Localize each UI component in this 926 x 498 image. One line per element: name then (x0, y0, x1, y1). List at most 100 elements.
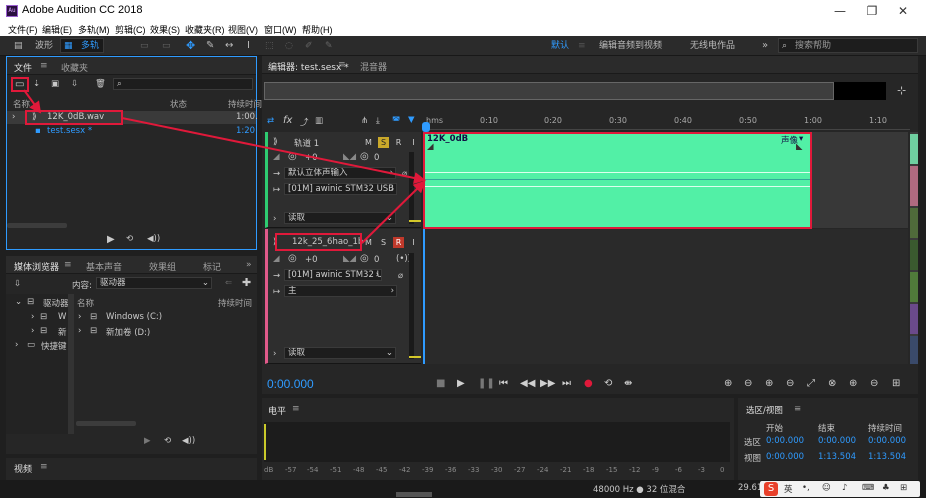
tab-video[interactable]: 视频 (14, 462, 32, 475)
media-play-icon[interactable]: ▶ (144, 436, 151, 446)
spot-heal-tool-icon[interactable]: ✎ (325, 39, 333, 53)
track-2-solo-button[interactable]: S (378, 237, 389, 248)
snap-icon[interactable]: ⋔ (361, 116, 368, 126)
view-end[interactable]: 1:13.504 (818, 452, 856, 462)
track-1-output-dropdown[interactable]: [01M] awinic STM32 USB AL › (284, 183, 397, 195)
media-autoplay-icon[interactable]: ◀)) (182, 436, 195, 446)
view-start[interactable]: 0:00.000 (766, 452, 804, 462)
files-tab-menu-icon[interactable]: ≡ (40, 61, 48, 71)
tab-mixer[interactable]: 混音器 (360, 60, 387, 73)
zoom-selection-icon[interactable]: ⊗ (828, 378, 836, 389)
import-file-icon[interactable]: ⇣ (33, 79, 40, 89)
menu-multitrack[interactable]: 多轨(M) (78, 23, 110, 36)
tab-editor[interactable]: 编辑器: test.sesx * (268, 60, 349, 73)
marker-icon[interactable]: ▼ (408, 115, 415, 125)
go-to-start-icon[interactable]: ⏮ (499, 378, 508, 389)
marquee-tool-icon[interactable]: ⬚ (265, 39, 274, 53)
status-scrollbar[interactable] (396, 492, 432, 497)
rewind-icon[interactable]: ◀◀ (520, 378, 535, 389)
tab-effects-rack[interactable]: 效果组 (149, 260, 176, 273)
pause-icon[interactable]: ❚❚ (478, 378, 495, 389)
menu-view[interactable]: 视图(V) (228, 23, 258, 36)
search-help-field[interactable]: ⌕ 搜索帮助 (778, 38, 918, 53)
tree-expand-icon[interactable]: › (31, 326, 34, 336)
waveform-button[interactable]: 波形 (35, 39, 53, 53)
playhead-handle[interactable] (422, 122, 430, 132)
editor-tab-menu-icon[interactable]: ≡ (338, 60, 346, 70)
tab-essential-sound[interactable]: 基本声音 (86, 260, 122, 273)
ime-language[interactable]: 英 (784, 483, 793, 495)
menu-edit[interactable]: 编辑(E) (42, 23, 72, 36)
automation-expand-icon[interactable]: › (273, 214, 276, 224)
tree-expand-icon[interactable]: › (15, 340, 18, 350)
track-2-volume[interactable]: +0 (305, 255, 318, 265)
drive-d[interactable]: 新加卷 (D:) (106, 326, 150, 338)
drive-c[interactable]: Windows (C:) (106, 312, 162, 322)
overview-scrollbar[interactable] (264, 82, 834, 100)
lasso-tool-icon[interactable]: ◌ (285, 39, 293, 53)
selection-end[interactable]: 0:00.000 (818, 436, 856, 446)
ime-skin-icon[interactable]: ♣ (882, 483, 890, 493)
track-1-record-button[interactable]: R (393, 137, 404, 148)
current-time[interactable]: 0:00.000 (267, 377, 314, 391)
more-tabs-button[interactable]: » (246, 260, 252, 270)
record-icon[interactable]: ● (584, 378, 593, 389)
file-row-session[interactable]: ▪ test.sesx * 1:20. (7, 125, 258, 138)
track-2-automation-dropdown[interactable]: 读取 ⌄ (284, 347, 396, 359)
loop-playback-icon[interactable]: ⟲ (604, 378, 612, 389)
view-duration[interactable]: 1:13.504 (868, 452, 906, 462)
track-2-output-dropdown[interactable]: [01M] awinic STM32 US › (284, 269, 382, 281)
zoom-track-icon[interactable]: ⊞ (892, 378, 900, 389)
ime-keyboard-icon[interactable]: ⌨ (862, 483, 874, 493)
menu-clip[interactable]: 剪辑(C) (115, 23, 146, 36)
effects-fx-icon[interactable]: fx (283, 115, 292, 126)
expand-chevron-icon[interactable]: › (12, 112, 15, 122)
stop-icon[interactable]: ■ (436, 378, 445, 389)
tree-expand-icon[interactable]: › (78, 312, 81, 322)
tree-expand-icon[interactable]: ⌄ (15, 297, 22, 307)
track-1-pan[interactable]: 0 (374, 153, 379, 163)
column-name[interactable]: 名称 (77, 297, 94, 309)
tree-drives[interactable]: 驱动器 (43, 297, 69, 309)
column-name[interactable]: 名称 (13, 98, 30, 110)
menu-favorites[interactable]: 收藏夹(R) (185, 23, 225, 36)
tree-drive-c[interactable]: W (58, 312, 66, 322)
zoom-in-time-icon[interactable]: ⊕ (765, 378, 773, 389)
track-2-lane[interactable] (423, 229, 908, 364)
track-1-monitor-button[interactable]: I (408, 137, 419, 148)
workspace-edit-video[interactable]: 编辑音频到视频 (599, 39, 662, 53)
zoom-in-point-icon[interactable]: ⊕ (849, 378, 857, 389)
sends-icon[interactable]: ⤴ (300, 116, 309, 128)
play-icon[interactable]: ▶ (457, 378, 465, 389)
track-1-volume[interactable]: +0 (305, 153, 318, 163)
slip-tool-icon[interactable]: ↔ (225, 39, 233, 53)
media-tab-menu-icon[interactable]: ≡ (64, 260, 72, 270)
maximize-button[interactable]: ❐ (857, 2, 887, 20)
tree-shortcuts[interactable]: 快捷键 (41, 340, 67, 352)
column-duration[interactable]: 持续时间 (218, 297, 252, 309)
ime-punctuation-icon[interactable]: •, (802, 483, 810, 493)
headphones-icon[interactable]: ◚ (392, 116, 400, 126)
go-to-end-icon[interactable]: ⏭ (562, 378, 571, 389)
skip-selection-icon[interactable]: ⇼ (624, 378, 632, 389)
media-tree-scrollbar[interactable] (68, 294, 74, 434)
content-dropdown[interactable]: 驱动器 ⌄ (96, 277, 212, 289)
tab-selection-view[interactable]: 选区/视图 (746, 404, 783, 416)
volume-knob-icon[interactable]: ◎ (288, 151, 297, 162)
phase-invert-icon[interactable]: ⌀ (402, 169, 407, 179)
video-tab-menu-icon[interactable]: ≡ (40, 462, 48, 472)
minimize-button[interactable]: — (825, 2, 855, 20)
zoom-in-amplitude-icon[interactable]: ⊕ (724, 378, 732, 389)
zoom-full-icon[interactable]: ⤢ (807, 378, 815, 389)
track-1-mute-button[interactable]: M (363, 137, 374, 148)
tab-markers[interactable]: 标记 (203, 260, 221, 273)
follow-icon[interactable]: ⤓ (376, 116, 380, 126)
tab-media-browser[interactable]: 媒体浏览器 (14, 260, 59, 273)
menu-file[interactable]: 文件(F) (8, 23, 38, 36)
tree-drive-d[interactable]: 新 (58, 326, 67, 338)
track-1-input-dropdown[interactable]: 默认立体声输入 › (284, 167, 396, 179)
selection-start[interactable]: 0:00.000 (766, 436, 804, 446)
multitrack-button[interactable]: 多轨 (81, 39, 99, 53)
fast-forward-icon[interactable]: ▶▶ (540, 378, 555, 389)
tab-favorites[interactable]: 收藏夹 (61, 61, 88, 74)
